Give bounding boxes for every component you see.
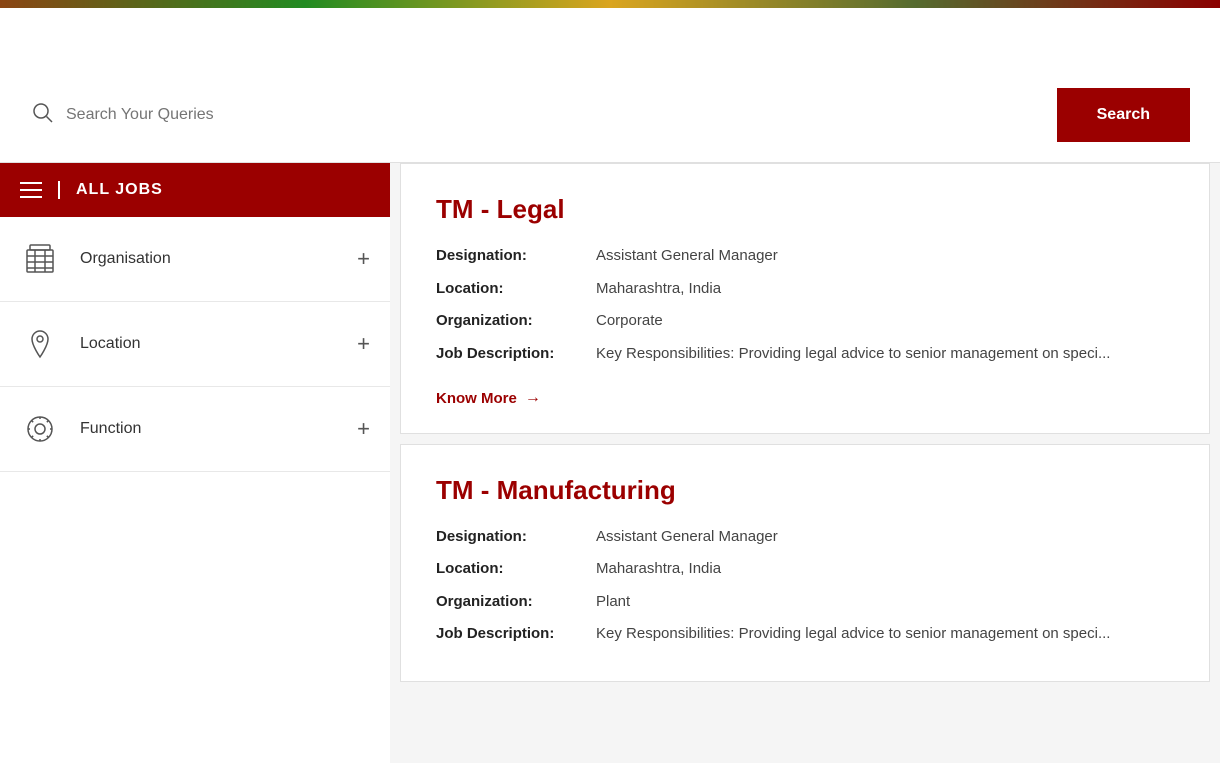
job-title-2: TM - Manufacturing xyxy=(436,475,1174,506)
location-label-1: Location: xyxy=(436,278,596,301)
location-icon xyxy=(20,324,60,364)
sidebar-function-label: Function xyxy=(80,420,337,438)
designation-value-1: Assistant General Manager xyxy=(596,245,1174,268)
jobdesc-row-2: Job Description: Key Responsibilities: P… xyxy=(436,623,1174,646)
organization-label-2: Organization: xyxy=(436,591,596,614)
arrow-right-icon-1: → xyxy=(525,389,541,407)
hamburger-icon xyxy=(20,182,42,198)
organization-row-2: Organization: Plant xyxy=(436,591,1174,614)
location-expand-icon: + xyxy=(357,331,370,357)
organization-value-2: Plant xyxy=(596,591,1174,614)
location-value-1: Maharashtra, India xyxy=(596,278,1174,301)
designation-row-1: Designation: Assistant General Manager xyxy=(436,245,1174,268)
sidebar: ALL JOBS Organisation + xyxy=(0,163,390,763)
location-row-1: Location: Maharashtra, India xyxy=(436,278,1174,301)
search-icon xyxy=(30,100,54,130)
white-space xyxy=(0,8,1220,68)
jobdesc-label-1: Job Description: xyxy=(436,343,596,366)
jobdesc-label-2: Job Description: xyxy=(436,623,596,646)
top-banner xyxy=(0,0,1220,8)
sidebar-location-label: Location xyxy=(80,335,337,353)
sidebar-item-organisation[interactable]: Organisation + xyxy=(0,217,390,302)
sidebar-item-location[interactable]: Location + xyxy=(0,302,390,387)
search-input[interactable] xyxy=(66,106,1057,124)
location-value-2: Maharashtra, India xyxy=(596,558,1174,581)
designation-label-2: Designation: xyxy=(436,526,596,549)
content-area: TM - Legal Designation: Assistant Genera… xyxy=(390,163,1220,763)
sidebar-item-function[interactable]: Function + xyxy=(0,387,390,472)
know-more-1[interactable]: Know More → xyxy=(436,389,541,407)
designation-label-1: Designation: xyxy=(436,245,596,268)
organisation-expand-icon: + xyxy=(357,246,370,272)
sidebar-organisation-label: Organisation xyxy=(80,250,337,268)
jobdesc-value-1: Key Responsibilities: Providing legal ad… xyxy=(596,343,1174,366)
organization-row-1: Organization: Corporate xyxy=(436,310,1174,333)
search-bar: Search xyxy=(0,68,1220,163)
function-icon xyxy=(20,409,60,449)
organization-value-1: Corporate xyxy=(596,310,1174,333)
jobdesc-value-2: Key Responsibilities: Providing legal ad… xyxy=(596,623,1174,646)
designation-row-2: Designation: Assistant General Manager xyxy=(436,526,1174,549)
job-title-1: TM - Legal xyxy=(436,194,1174,225)
location-label-2: Location: xyxy=(436,558,596,581)
main-layout: ALL JOBS Organisation + xyxy=(0,163,1220,763)
designation-value-2: Assistant General Manager xyxy=(596,526,1174,549)
job-card-2: TM - Manufacturing Designation: Assistan… xyxy=(400,444,1210,682)
job-card-1: TM - Legal Designation: Assistant Genera… xyxy=(400,163,1210,434)
function-expand-icon: + xyxy=(357,416,370,442)
all-jobs-label: ALL JOBS xyxy=(58,181,163,199)
jobdesc-row-1: Job Description: Key Responsibilities: P… xyxy=(436,343,1174,366)
building-icon xyxy=(20,239,60,279)
organization-label-1: Organization: xyxy=(436,310,596,333)
all-jobs-section[interactable]: ALL JOBS xyxy=(0,163,390,217)
search-button[interactable]: Search xyxy=(1057,88,1190,142)
location-row-2: Location: Maharashtra, India xyxy=(436,558,1174,581)
